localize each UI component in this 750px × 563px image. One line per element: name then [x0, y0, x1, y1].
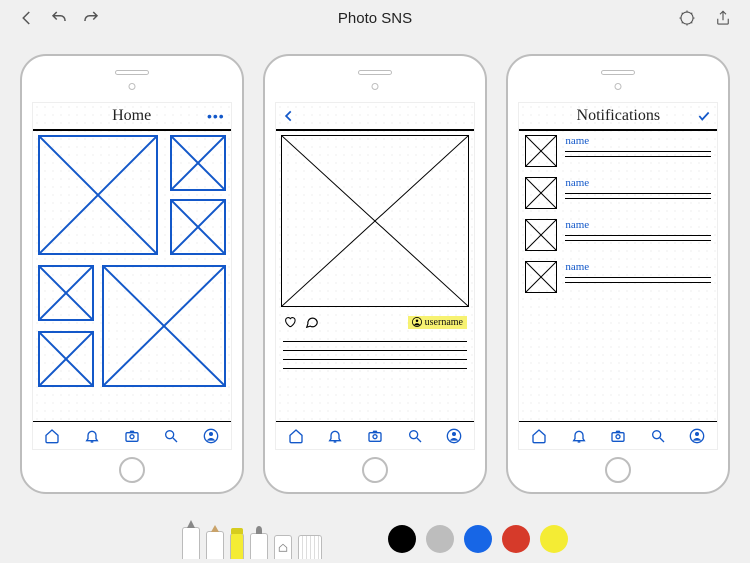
phone-speaker: [115, 70, 149, 75]
notification-name: name: [565, 219, 711, 231]
notification-row[interactable]: name: [525, 177, 711, 209]
drawing-toolbar: [0, 517, 750, 563]
ruler-tool[interactable]: [298, 535, 322, 559]
image-placeholder: [281, 135, 469, 307]
screen-home: Home •••: [32, 102, 232, 450]
share-icon[interactable]: [714, 9, 732, 27]
more-icon[interactable]: •••: [207, 108, 225, 124]
caption-lines: [283, 341, 467, 369]
notification-row[interactable]: name: [525, 219, 711, 251]
screen-header: Home •••: [33, 103, 231, 131]
camera-icon[interactable]: [367, 428, 383, 444]
color-black[interactable]: [388, 525, 416, 553]
bell-icon[interactable]: [327, 428, 343, 444]
redo-icon[interactable]: [82, 9, 100, 27]
phone-home-button: [605, 457, 631, 483]
notification-row[interactable]: name: [525, 261, 711, 293]
image-placeholder: [525, 219, 557, 251]
document-title: Photo SNS: [338, 10, 412, 27]
screen-header: [276, 103, 474, 131]
image-placeholder: [38, 331, 94, 387]
search-icon[interactable]: [650, 428, 666, 444]
search-icon[interactable]: [407, 428, 423, 444]
profile-icon[interactable]: [689, 428, 705, 444]
camera-icon[interactable]: [124, 428, 140, 444]
notification-name: name: [565, 177, 711, 189]
username-label: username: [425, 317, 463, 328]
image-placeholder: [38, 135, 158, 255]
app-toolbar: Photo SNS: [0, 0, 750, 36]
artboard-home[interactable]: Home •••: [20, 54, 244, 494]
check-icon[interactable]: [697, 109, 711, 123]
search-icon[interactable]: [163, 428, 179, 444]
tab-bar: [33, 421, 231, 449]
screen-header: Notifications: [519, 103, 717, 131]
image-placeholder: [170, 135, 226, 191]
screen-notifications: Notifications name name: [518, 102, 718, 450]
artboard-notifications[interactable]: Notifications name name: [506, 54, 730, 494]
camera-icon[interactable]: [610, 428, 626, 444]
color-blue[interactable]: [464, 525, 492, 553]
screen-title: Home: [112, 107, 151, 125]
canvas[interactable]: Home •••: [10, 44, 740, 503]
phone-camera: [128, 83, 135, 90]
phone-home-button: [362, 457, 388, 483]
screen-title: Notifications: [577, 107, 661, 125]
home-icon[interactable]: [44, 428, 60, 444]
home-icon[interactable]: [288, 428, 304, 444]
notification-row[interactable]: name: [525, 135, 711, 167]
tab-bar: [276, 421, 474, 449]
bell-icon[interactable]: [571, 428, 587, 444]
phone-camera: [615, 83, 622, 90]
artboard-detail[interactable]: username: [263, 54, 487, 494]
image-placeholder: [525, 135, 557, 167]
profile-icon[interactable]: [203, 428, 219, 444]
back-icon[interactable]: [18, 9, 36, 27]
pencil-tool[interactable]: [206, 531, 224, 559]
undo-icon[interactable]: [50, 9, 68, 27]
user-icon: [412, 317, 422, 327]
image-placeholder: [102, 265, 226, 387]
image-placeholder: [525, 177, 557, 209]
brush-tool[interactable]: [250, 533, 268, 559]
profile-icon[interactable]: [446, 428, 462, 444]
image-placeholder: [525, 261, 557, 293]
notification-name: name: [565, 135, 711, 147]
color-gray[interactable]: [426, 525, 454, 553]
bell-icon[interactable]: [84, 428, 100, 444]
back-chevron-icon[interactable]: [282, 109, 296, 123]
comment-icon[interactable]: [305, 315, 319, 329]
color-red[interactable]: [502, 525, 530, 553]
phone-camera: [371, 83, 378, 90]
screen-detail: username: [275, 102, 475, 450]
username-chip[interactable]: username: [408, 316, 467, 329]
image-placeholder: [170, 199, 226, 255]
highlighter-tool[interactable]: [230, 533, 244, 559]
stamp-tool[interactable]: [274, 535, 292, 559]
tab-bar: [519, 421, 717, 449]
notification-name: name: [565, 261, 711, 273]
home-icon[interactable]: [531, 428, 547, 444]
color-palette: [388, 525, 568, 553]
phone-home-button: [119, 457, 145, 483]
phone-speaker: [358, 70, 392, 75]
image-placeholder: [38, 265, 94, 321]
pen-tool[interactable]: [182, 527, 200, 559]
heart-icon[interactable]: [283, 315, 297, 329]
settings-icon[interactable]: [678, 9, 696, 27]
phone-speaker: [601, 70, 635, 75]
tool-tray: [182, 527, 322, 559]
color-yellow[interactable]: [540, 525, 568, 553]
